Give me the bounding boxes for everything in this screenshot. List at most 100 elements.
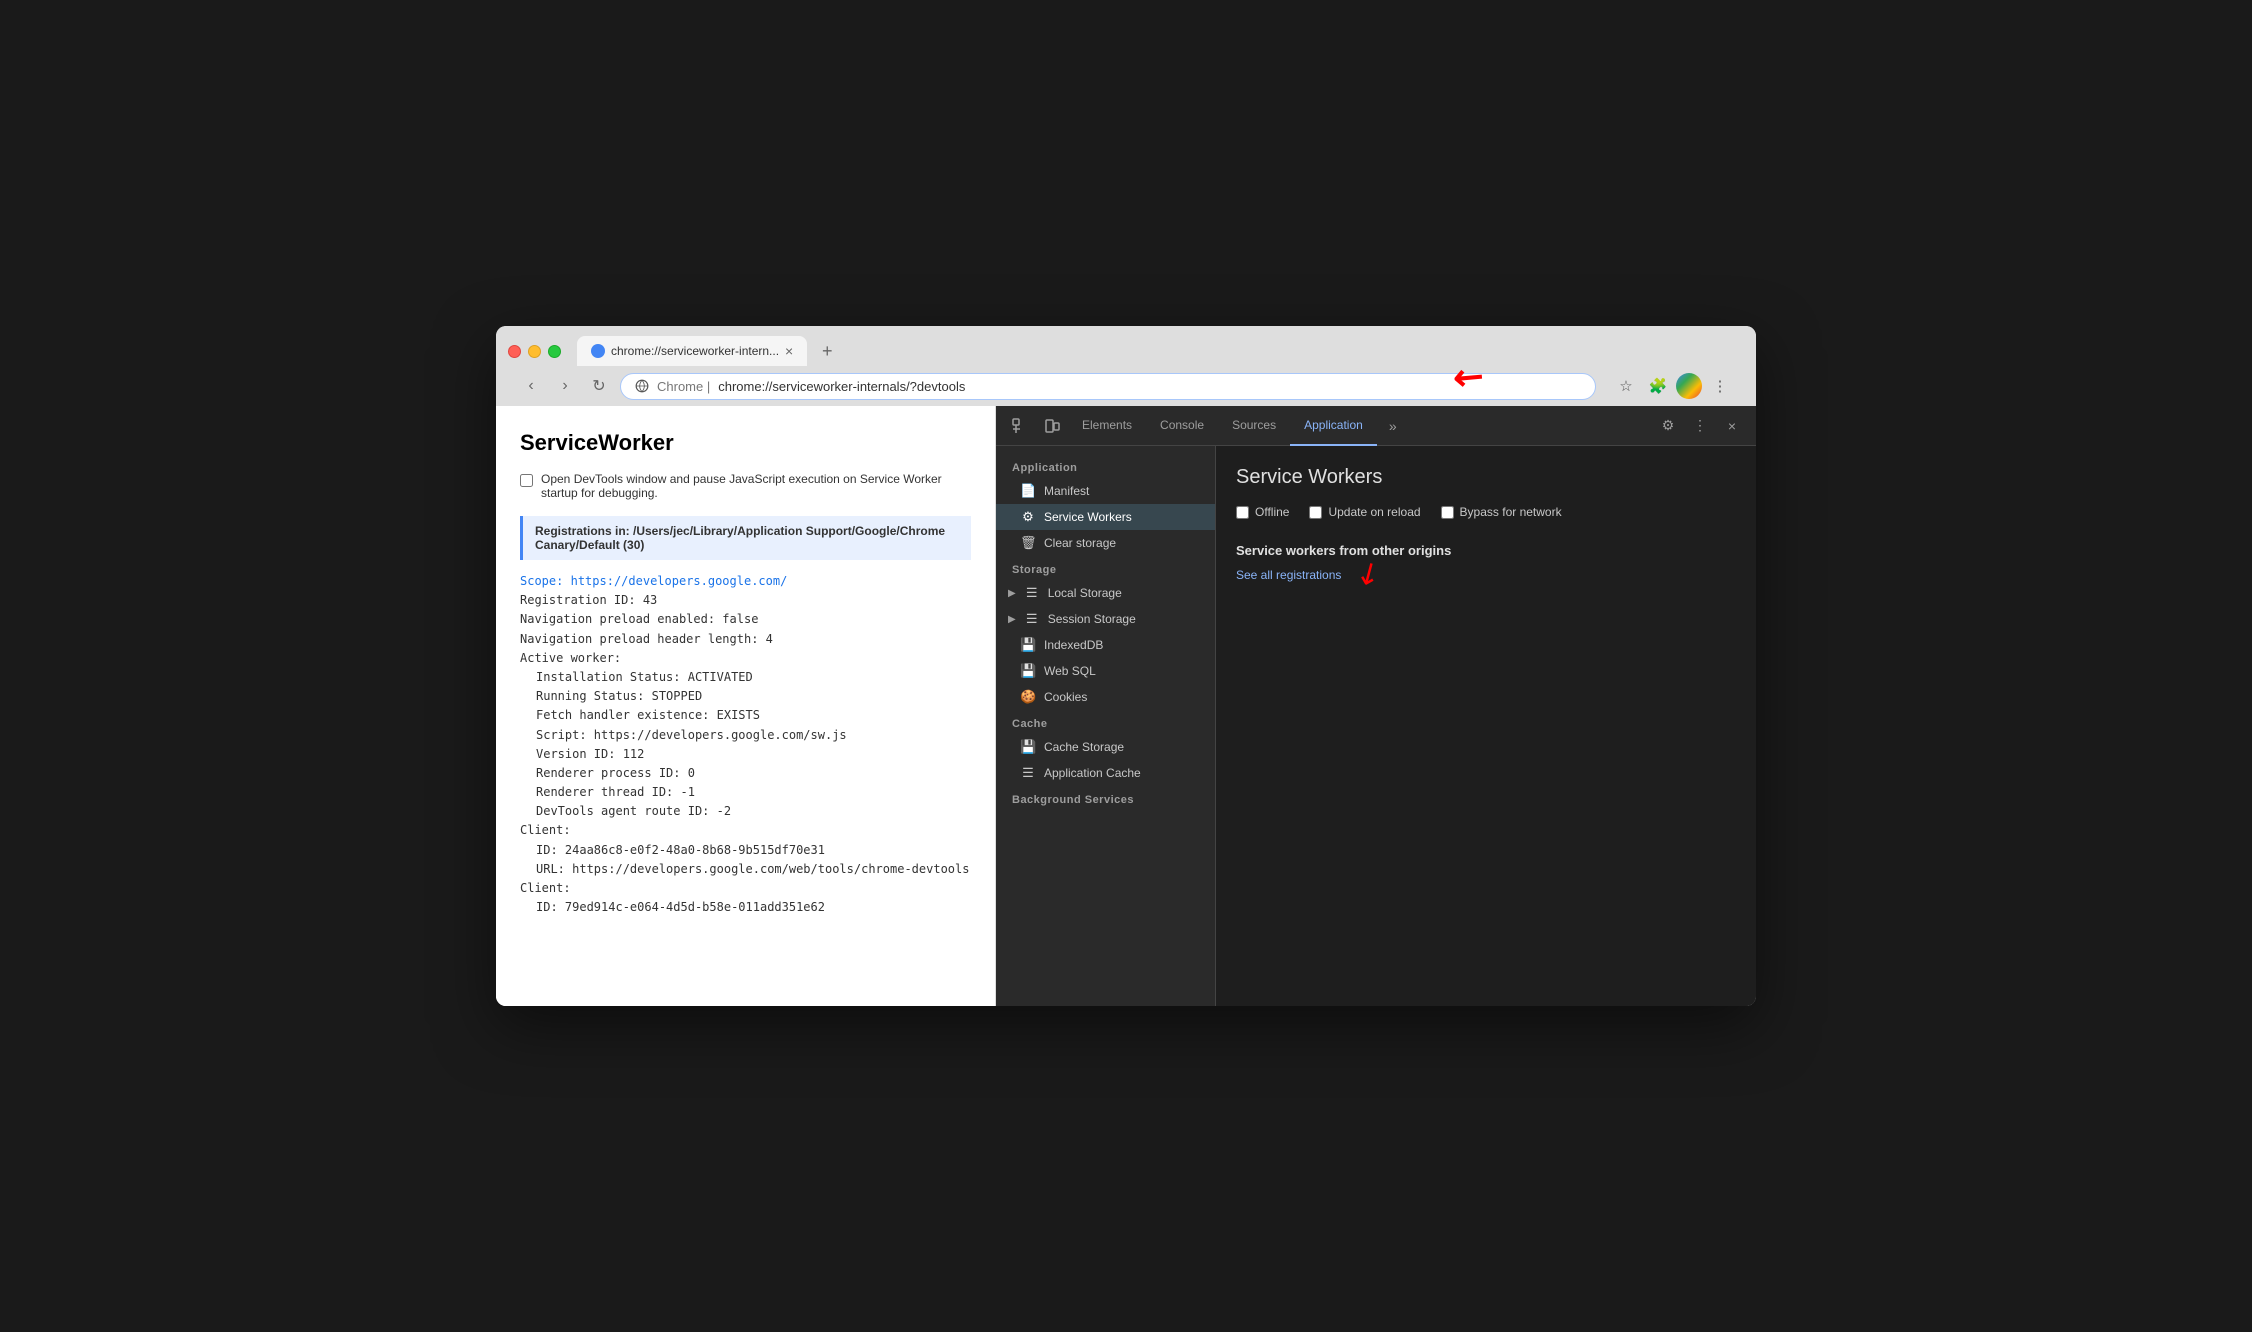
- indexeddb-icon: 💾: [1020, 637, 1036, 653]
- websql-icon: 💾: [1020, 663, 1036, 679]
- bypass-label: Bypass for network: [1460, 505, 1562, 519]
- sidebar-item-manifest[interactable]: 📄 Manifest: [996, 478, 1215, 504]
- see-all-container: See all registrations ↙: [1236, 566, 1341, 584]
- url-path: chrome://serviceworker-internals/?devtoo…: [718, 379, 965, 394]
- reg-id: Registration ID: 43: [520, 591, 971, 610]
- active-tab[interactable]: chrome://serviceworker-intern... ×: [577, 336, 807, 366]
- extension-button[interactable]: 🧩: [1644, 372, 1672, 400]
- bypass-checkbox[interactable]: [1441, 506, 1454, 519]
- title-bar: chrome://serviceworker-intern... × + ‹ ›…: [496, 326, 1756, 406]
- local-storage-icon: ☰: [1024, 585, 1040, 601]
- application-section-label: Application: [996, 454, 1215, 478]
- devtools-toolbar: Elements Console Sources Application » ⚙…: [996, 406, 1756, 446]
- renderer-process: Renderer process ID: 0: [520, 764, 971, 783]
- devtools-sidebar: Application 📄 Manifest ⚙ Service Workers…: [996, 446, 1216, 1006]
- client-id-1: ID: 24aa86c8-e0f2-48a0-8b68-9b515df70e31: [520, 841, 971, 860]
- bookmark-button[interactable]: ☆: [1612, 372, 1640, 400]
- sidebar-item-websql[interactable]: 💾 Web SQL: [996, 658, 1215, 684]
- new-tab-button[interactable]: +: [813, 337, 841, 365]
- cache-storage-icon: 💾: [1020, 739, 1036, 755]
- offline-checkbox[interactable]: [1236, 506, 1249, 519]
- page-title: ServiceWorker: [520, 430, 971, 456]
- sidebar-item-cookies-label: Cookies: [1044, 690, 1087, 704]
- earth-icon: [635, 379, 649, 393]
- devtools-main-panel: Service Workers Offline Update on reload: [1216, 446, 1756, 1006]
- more-tabs-button[interactable]: »: [1377, 410, 1409, 442]
- offline-option: Offline: [1236, 505, 1289, 519]
- debug-checkbox-row: Open DevTools window and pause JavaScrip…: [520, 472, 971, 500]
- sw-panel-title: Service Workers: [1236, 466, 1736, 489]
- script: Script: https://developers.google.com/sw…: [520, 726, 971, 745]
- profile-avatar[interactable]: [1676, 373, 1702, 399]
- scope-link[interactable]: Scope: https://developers.google.com/: [520, 574, 787, 588]
- maximize-button[interactable]: [548, 345, 561, 358]
- inspector-icon[interactable]: [1004, 410, 1036, 442]
- sidebar-item-sw-label: Service Workers: [1044, 510, 1132, 524]
- settings-button[interactable]: ⚙: [1652, 410, 1684, 442]
- devtools-panel: Elements Console Sources Application » ⚙…: [996, 406, 1756, 1006]
- tab-title: chrome://serviceworker-intern...: [611, 344, 779, 358]
- session-storage-icon: ☰: [1024, 611, 1040, 627]
- cookies-icon: 🍪: [1020, 689, 1036, 705]
- sidebar-item-manifest-label: Manifest: [1044, 484, 1089, 498]
- minimize-button[interactable]: [528, 345, 541, 358]
- update-on-reload-option: Update on reload: [1309, 505, 1420, 519]
- see-all-registrations-link[interactable]: See all registrations: [1236, 568, 1341, 582]
- debug-checkbox[interactable]: [520, 474, 533, 487]
- sidebar-item-app-cache[interactable]: ☰ Application Cache: [996, 760, 1215, 786]
- local-storage-arrow: ▶: [1008, 588, 1016, 599]
- toolbar-icons: ☆ 🧩 ⋮: [1612, 372, 1734, 400]
- chrome-menu-button[interactable]: ⋮: [1706, 372, 1734, 400]
- nav-preload-header: Navigation preload header length: 4: [520, 630, 971, 649]
- sidebar-item-cookies[interactable]: 🍪 Cookies: [996, 684, 1215, 710]
- tab-console[interactable]: Console: [1146, 406, 1218, 446]
- traffic-lights: [508, 345, 561, 358]
- tab-row: chrome://serviceworker-intern... × +: [508, 336, 1744, 366]
- sidebar-item-session-label: Session Storage: [1048, 612, 1136, 626]
- sidebar-item-local-storage[interactable]: ▶ ☰ Local Storage: [996, 580, 1215, 606]
- running-status: Running Status: STOPPED: [520, 687, 971, 706]
- sidebar-item-local-label: Local Storage: [1048, 586, 1122, 600]
- reload-button[interactable]: ↻: [586, 373, 612, 399]
- storage-section-label: Storage: [996, 556, 1215, 580]
- tab-close-button[interactable]: ×: [785, 343, 793, 359]
- sidebar-item-session-storage[interactable]: ▶ ☰ Session Storage: [996, 606, 1215, 632]
- install-status: Installation Status: ACTIVATED: [520, 668, 971, 687]
- address-row: ‹ › ↻ Chrome | chrome://serviceworker-in…: [508, 366, 1744, 406]
- tab-sources[interactable]: Sources: [1218, 406, 1290, 446]
- tab-elements[interactable]: Elements: [1068, 406, 1146, 446]
- active-worker-label: Active worker:: [520, 649, 971, 668]
- device-toolbar-icon[interactable]: [1036, 410, 1068, 442]
- tab-application[interactable]: Application: [1290, 406, 1377, 446]
- fetch-handler: Fetch handler existence: EXISTS: [520, 706, 971, 725]
- devtools-body: Application 📄 Manifest ⚙ Service Workers…: [996, 446, 1756, 1006]
- more-options-button[interactable]: ⋮: [1684, 410, 1716, 442]
- debug-checkbox-label: Open DevTools window and pause JavaScrip…: [541, 472, 971, 500]
- renderer-thread: Renderer thread ID: -1: [520, 783, 971, 802]
- devtools-route: DevTools agent route ID: -2: [520, 802, 971, 821]
- sidebar-item-service-workers[interactable]: ⚙ Service Workers: [996, 504, 1215, 530]
- client-label-2: Client:: [520, 879, 971, 898]
- sidebar-item-clear-storage[interactable]: 🗑 Clear storage: [996, 530, 1215, 556]
- sidebar-item-indexeddb[interactable]: 💾 IndexedDB: [996, 632, 1215, 658]
- bypass-for-network-option: Bypass for network: [1441, 505, 1562, 519]
- worker-info: Scope: https://developers.google.com/ Re…: [520, 572, 971, 917]
- background-services-label: Background Services: [996, 786, 1215, 810]
- version-id: Version ID: 112: [520, 745, 971, 764]
- sidebar-item-cache-storage[interactable]: 💾 Cache Storage: [996, 734, 1215, 760]
- offline-label: Offline: [1255, 505, 1289, 519]
- browser-content: ServiceWorker Open DevTools window and p…: [496, 406, 1756, 1006]
- close-devtools-button[interactable]: ×: [1716, 410, 1748, 442]
- nav-preload: Navigation preload enabled: false: [520, 610, 971, 629]
- sidebar-item-cache-label: Cache Storage: [1044, 740, 1124, 754]
- update-on-reload-checkbox[interactable]: [1309, 506, 1322, 519]
- update-on-reload-label: Update on reload: [1328, 505, 1420, 519]
- clear-storage-icon: 🗑: [1020, 535, 1036, 551]
- forward-button[interactable]: ›: [552, 373, 578, 399]
- service-workers-icon: ⚙: [1020, 509, 1036, 525]
- close-button[interactable]: [508, 345, 521, 358]
- back-button[interactable]: ‹: [518, 373, 544, 399]
- sidebar-item-clear-label: Clear storage: [1044, 536, 1116, 550]
- registration-header: Registrations in: /Users/jec/Library/App…: [520, 516, 971, 560]
- session-storage-arrow: ▶: [1008, 614, 1016, 625]
